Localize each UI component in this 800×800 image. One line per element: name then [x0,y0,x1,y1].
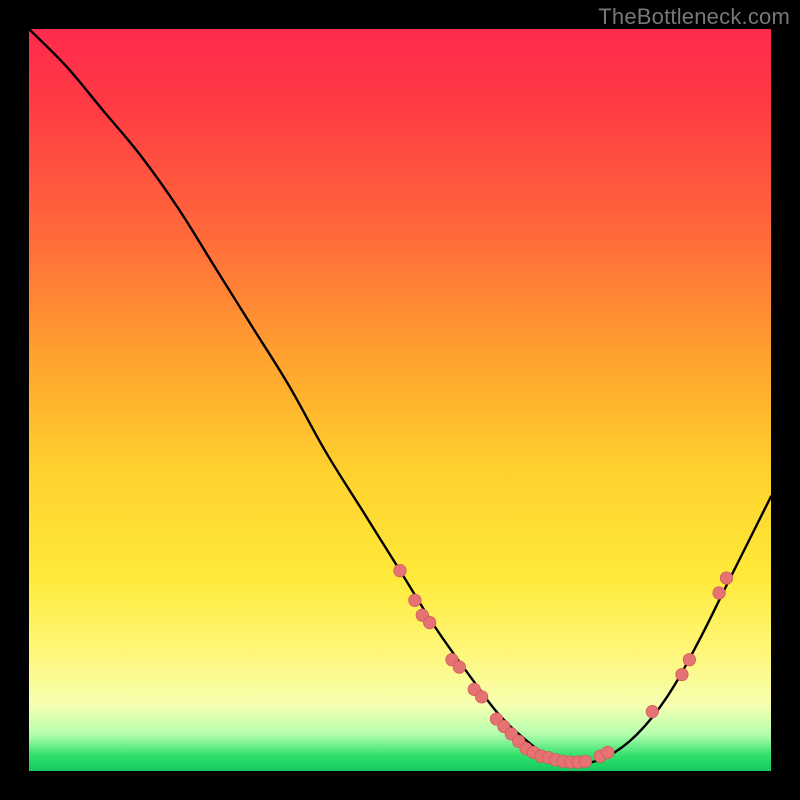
chart-svg [29,29,771,771]
chart-frame: TheBottleneck.com [0,0,800,800]
data-marker [475,691,487,703]
data-marker [646,705,658,717]
data-marker [579,755,591,767]
bottleneck-curve [29,29,771,764]
plot-area [29,29,771,771]
data-marker [720,572,732,584]
watermark-label: TheBottleneck.com [598,4,790,30]
data-marker [394,564,406,576]
data-marker [423,616,435,628]
data-marker [453,661,465,673]
data-marker [409,594,421,606]
data-marker [602,746,614,758]
data-marker [683,654,695,666]
curve-markers [394,564,733,768]
data-marker [713,587,725,599]
data-marker [676,668,688,680]
